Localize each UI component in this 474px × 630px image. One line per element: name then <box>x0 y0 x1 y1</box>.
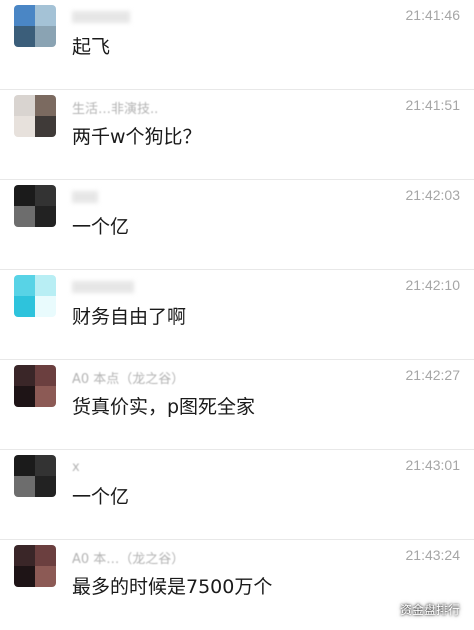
message-time: 21:42:10 <box>405 277 461 293</box>
message-text: 财务自由了啊 <box>72 306 187 328</box>
message-text: 一个亿 <box>72 486 130 508</box>
sender-name: A0 本…（龙之谷） <box>72 551 185 567</box>
message-text: 一个亿 <box>72 216 130 238</box>
avatar[interactable] <box>14 185 56 227</box>
avatar[interactable] <box>14 545 56 587</box>
avatar[interactable] <box>14 455 56 497</box>
watermark: 资金盘排行 <box>378 601 460 618</box>
chat-message[interactable]: 21:42:10 财务自由了啊 <box>0 270 474 360</box>
chat-message[interactable]: x 21:43:01 一个亿 <box>0 450 474 540</box>
message-time: 21:41:51 <box>405 97 461 113</box>
sender-name <box>72 277 138 297</box>
sender-name: 生活…非演技.. <box>72 101 159 117</box>
chat-message[interactable]: A0 本点（龙之谷） 21:42:27 货真价实，p图死全家 <box>0 360 474 450</box>
sender-name: x <box>72 459 80 475</box>
avatar[interactable] <box>14 275 56 317</box>
message-text: 最多的时候是7500万个 <box>72 576 273 598</box>
message-text: 货真价实，p图死全家 <box>72 396 256 418</box>
avatar[interactable] <box>14 365 56 407</box>
sender-name <box>72 187 102 207</box>
avatar[interactable] <box>14 5 56 47</box>
message-time: 21:43:24 <box>405 547 461 563</box>
message-time: 21:42:27 <box>405 367 461 383</box>
avatar[interactable] <box>14 95 56 137</box>
wechat-icon <box>378 602 394 618</box>
sender-name <box>72 7 134 27</box>
message-text: 两千w个狗比？ <box>72 126 202 148</box>
message-time: 21:43:01 <box>405 457 461 473</box>
message-time: 21:41:46 <box>405 7 461 23</box>
chat-message-list: 21:41:46 起飞 生活…非演技.. 21:41:51 两千w个狗比？ 21… <box>0 0 474 630</box>
message-time: 21:42:03 <box>405 187 461 203</box>
chat-message[interactable]: 生活…非演技.. 21:41:51 两千w个狗比？ <box>0 90 474 180</box>
sender-name: A0 本点（龙之谷） <box>72 371 185 387</box>
message-text: 起飞 <box>72 36 111 58</box>
chat-message[interactable]: 21:42:03 一个亿 <box>0 180 474 270</box>
chat-message[interactable]: 21:41:46 起飞 <box>0 0 474 90</box>
watermark-label: 资金盘排行 <box>399 603 460 617</box>
